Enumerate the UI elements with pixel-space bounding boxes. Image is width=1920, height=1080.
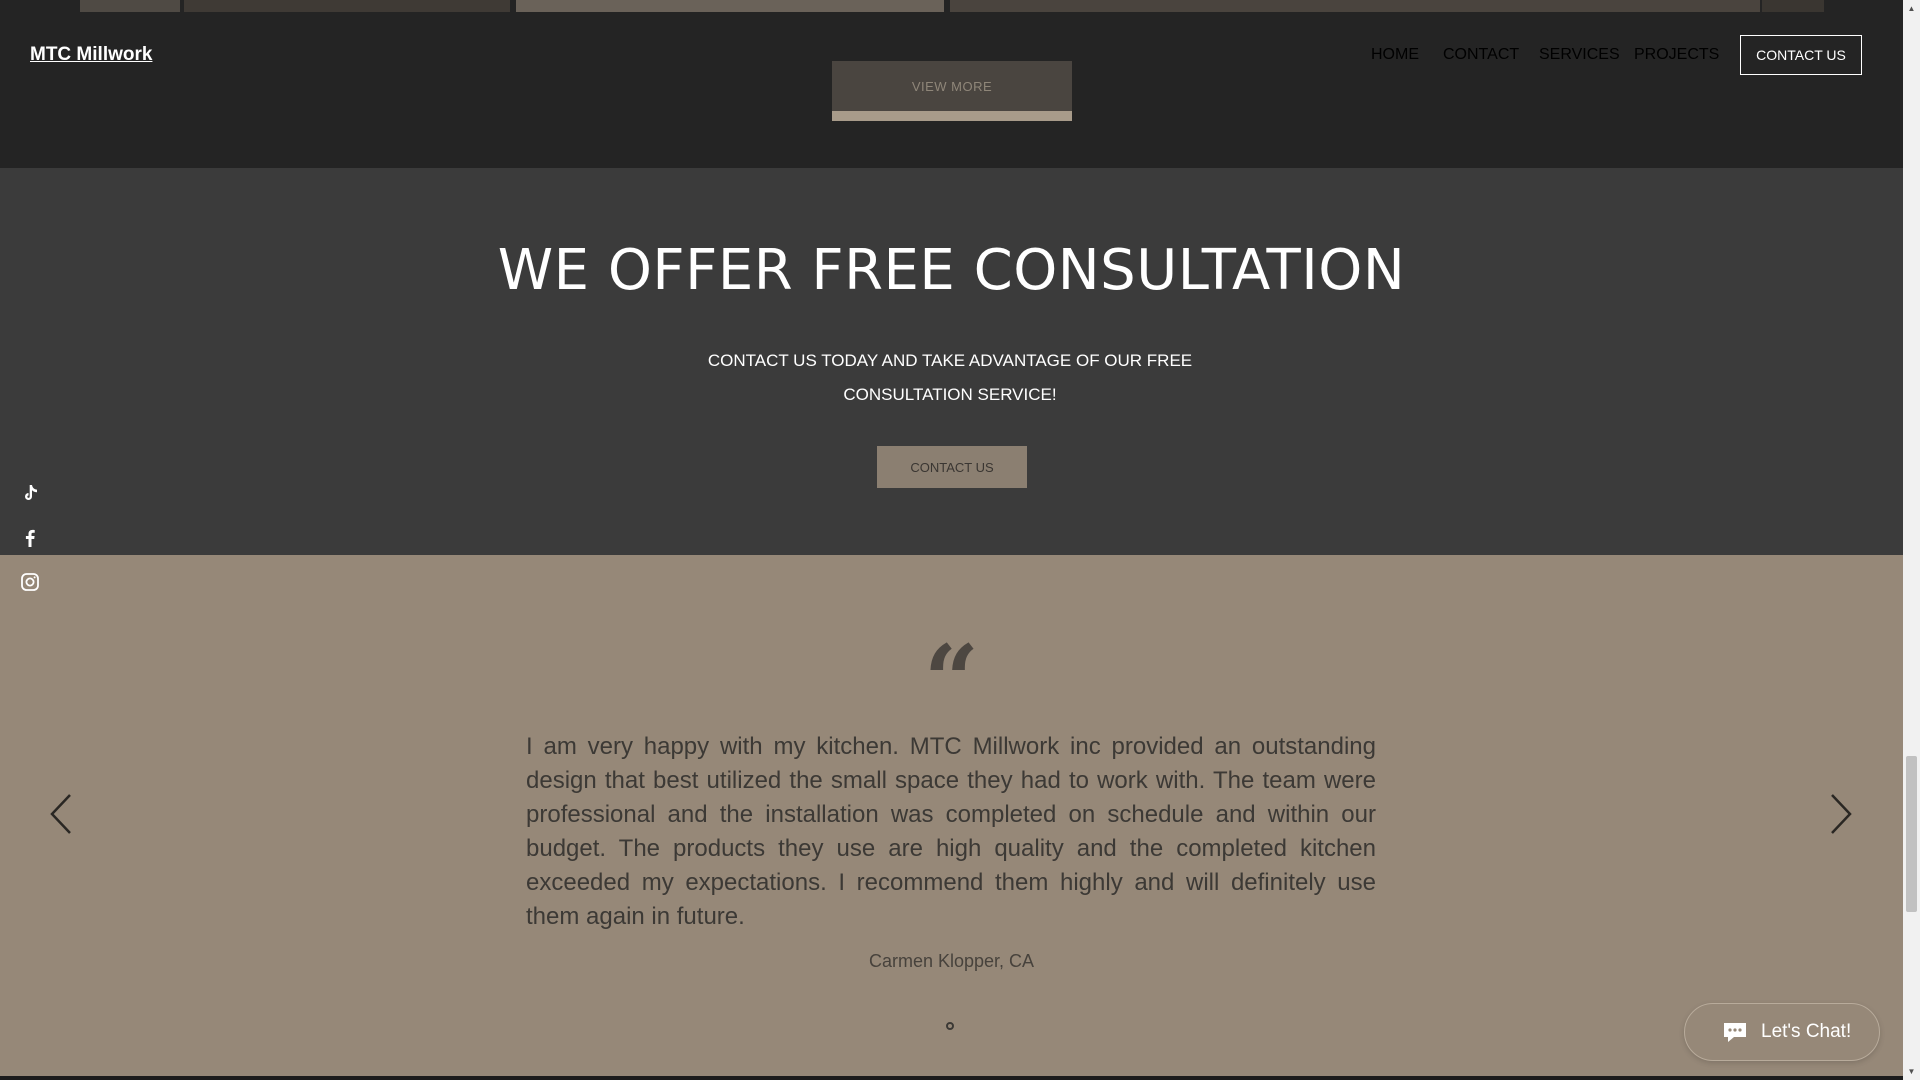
- social-bar: [18, 482, 42, 614]
- scroll-thumb[interactable]: [1906, 756, 1917, 912]
- consultation-subtitle-line: CONSULTATION SERVICE!: [843, 385, 1057, 404]
- gallery-thumbnail[interactable]: [184, 0, 510, 12]
- gallery-thumbnail[interactable]: [80, 0, 180, 12]
- view-more-button[interactable]: VIEW MORE: [832, 61, 1072, 121]
- quote-mark-icon: “: [923, 624, 980, 737]
- vertical-scrollbar[interactable]: ▲ ▼: [1903, 0, 1920, 1080]
- consultation-section: WE OFFER FREE CONSULTATION CONTACT US TO…: [0, 168, 1903, 555]
- consultation-subtitle: CONTACT US TODAY AND TAKE ADVANTAGE OF O…: [690, 344, 1210, 412]
- instagram-icon[interactable]: [18, 570, 42, 594]
- previous-arrow-icon[interactable]: [46, 791, 76, 837]
- next-arrow-icon[interactable]: [1826, 791, 1856, 837]
- testimonial-text: I am very happy with my kitchen. MTC Mil…: [526, 733, 1376, 930]
- chat-bubble-icon: [1724, 1023, 1746, 1042]
- brand-logo-link[interactable]: MTC Millwork: [30, 44, 152, 66]
- scroll-down-arrow-icon[interactable]: ▼: [1903, 1063, 1920, 1080]
- footer-divider: [0, 1076, 1903, 1080]
- consultation-contact-us-button[interactable]: CONTACT US: [877, 446, 1027, 488]
- nav-item-home[interactable]: HOME: [1371, 46, 1419, 64]
- gallery-thumbnail[interactable]: [950, 0, 1760, 12]
- chat-widget-button[interactable]: Let's Chat!: [1684, 1003, 1880, 1061]
- chat-label: Let's Chat!: [1761, 1021, 1852, 1042]
- tiktok-icon[interactable]: [18, 482, 42, 506]
- slide-indicator-dot[interactable]: [946, 1022, 954, 1030]
- gallery-thumbnail[interactable]: [1762, 0, 1824, 12]
- gallery-thumbnail[interactable]: [516, 0, 944, 12]
- nav-item-contact[interactable]: CONTACT: [1443, 46, 1519, 64]
- consultation-title: WE OFFER FREE CONSULTATION: [497, 238, 1406, 303]
- header-contact-us-button[interactable]: CONTACT US: [1740, 35, 1862, 75]
- scroll-up-arrow-icon[interactable]: ▲: [1903, 0, 1920, 17]
- testimonial-author: Carmen Klopper, CA: [868, 951, 1035, 971]
- projects-strip: MTC Millwork HOME CONTACT SERVICES PROJE…: [0, 0, 1903, 168]
- facebook-icon[interactable]: [18, 526, 42, 550]
- nav-item-projects[interactable]: PROJECTS: [1634, 46, 1719, 64]
- consultation-subtitle-line: CONTACT US TODAY AND TAKE ADVANTAGE OF O…: [707, 351, 1193, 370]
- nav-item-services[interactable]: SERVICES: [1539, 46, 1620, 64]
- testimonials-section: “ I am very happy with my kitchen. MTC M…: [0, 555, 1903, 1080]
- page-viewport: MTC Millwork HOME CONTACT SERVICES PROJE…: [0, 0, 1903, 1080]
